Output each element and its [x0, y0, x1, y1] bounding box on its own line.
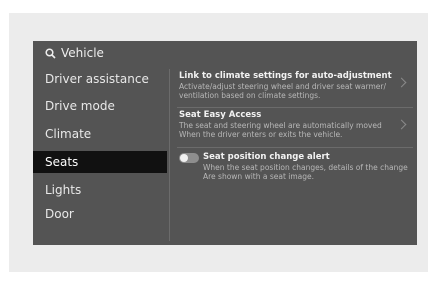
- page-title: Vehicle: [61, 46, 104, 60]
- toggle-knob: [180, 154, 188, 162]
- setting-row-seat-easy-access[interactable]: Seat Easy Access The seat and steering w…: [179, 110, 413, 144]
- setting-title: Seat position change alert: [203, 152, 330, 162]
- sidebar-item-label: Seats: [45, 155, 79, 169]
- sidebar-item-label: Driver assistance: [45, 72, 149, 86]
- sidebar-item-label: Door: [45, 207, 74, 221]
- sidebar-item-door[interactable]: Door: [33, 204, 167, 224]
- vehicle-settings-screen: Vehicle Driver assistance Drive mode Cli…: [33, 41, 417, 245]
- sidebar-item-lights[interactable]: Lights: [33, 180, 167, 200]
- sidebar-item-drive-mode[interactable]: Drive mode: [33, 96, 167, 116]
- sidebar-item-label: Drive mode: [45, 99, 115, 113]
- sidebar-item-label: Climate: [45, 127, 92, 141]
- sidebar-item-driver-assistance[interactable]: Driver assistance: [33, 69, 167, 89]
- seat-position-alert-toggle[interactable]: [179, 153, 199, 163]
- sidebar-item-climate[interactable]: Climate: [33, 124, 167, 144]
- row-divider: [177, 107, 413, 108]
- setting-description-line: Activate/adjust steering wheel and drive…: [179, 82, 387, 91]
- sidebar-divider: [169, 69, 170, 241]
- sidebar-item-label: Lights: [45, 183, 82, 197]
- setting-title: Seat Easy Access: [179, 110, 262, 120]
- search-icon[interactable]: [45, 47, 56, 59]
- setting-description-line: When the seat position changes, details …: [203, 163, 408, 172]
- setting-description-line: ventilation based on climate settings.: [179, 91, 321, 100]
- setting-title: Link to climate settings for auto-adjust…: [179, 71, 392, 81]
- row-divider: [177, 147, 413, 148]
- page-header[interactable]: Vehicle: [45, 44, 104, 62]
- setting-description-line: The seat and steering wheel are automati…: [179, 121, 382, 130]
- setting-description-line: Are shown with a seat image.: [203, 172, 315, 181]
- setting-row-seat-position-alert[interactable]: Seat position change alert When the seat…: [179, 152, 413, 186]
- setting-row-climate-link[interactable]: Link to climate settings for auto-adjust…: [179, 71, 413, 103]
- sidebar-item-seats[interactable]: Seats: [33, 151, 167, 173]
- setting-description-line: When the driver enters or exits the vehi…: [179, 130, 343, 139]
